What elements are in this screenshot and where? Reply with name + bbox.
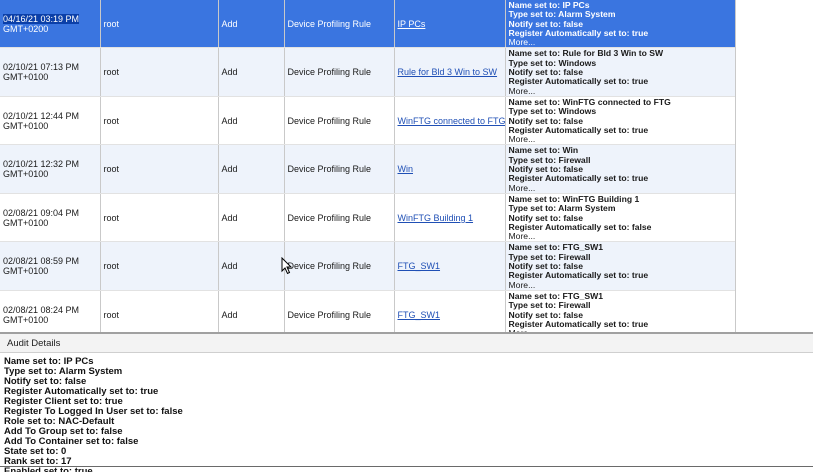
detail-line: Register Automatically set to: true (508, 318, 649, 329)
cell-action: Add (218, 241, 285, 291)
cell-details: Name set to: FTG_SW1 Type set to: Firewal… (505, 290, 736, 333)
table-row[interactable]: 04/16/21 03:19 PM GMT+0200 root Add Device P… (0, 0, 736, 49)
cell-type: Device Profiling Rule (284, 241, 395, 291)
cell-date: 02/10/21 12:44 PM GMT+0100 (0, 96, 101, 146)
cell-action: Add (218, 193, 285, 243)
timezone-text: GMT+0100 (3, 314, 49, 325)
cell-action: Add (218, 0, 285, 49)
timezone-text: GMT+0100 (3, 169, 49, 180)
cell-details: Name set to: WinFTG connected to FTG Type… (505, 96, 736, 146)
more-link[interactable]: More... (509, 183, 735, 193)
detail-line: Register Automatically set to: true (508, 124, 649, 135)
date-text: 02/08/21 08:59 PM (3, 256, 80, 267)
cell-details: Name set to: Rule for Bld 3 Win to SW Typ… (505, 47, 736, 97)
cell-action: Add (218, 144, 285, 194)
rule-link[interactable]: FTG_SW1 (398, 310, 441, 320)
audit-details-title: Audit Details (7, 338, 61, 349)
rule-link[interactable]: WinFTG Building 1 (398, 213, 474, 223)
timezone-text: GMT+0100 (3, 266, 49, 277)
cell-rule: WinFTG connected to FTG (394, 96, 506, 146)
cell-type: Device Profiling Rule (284, 47, 395, 97)
more-link[interactable]: More... (509, 231, 735, 241)
details-bottom-border (0, 466, 813, 467)
cell-rule: FTG_SW1 (394, 241, 506, 291)
more-link[interactable]: More... (509, 37, 735, 47)
table-row[interactable]: 02/10/21 12:44 PM GMT+0100 root Add Device P… (0, 96, 736, 146)
audit-table: 04/16/21 03:19 PM GMT+0200 root Add Device P… (0, 0, 736, 333)
cell-user: root (100, 290, 219, 333)
grid-empty-area (735, 0, 813, 333)
date-text: 02/10/21 12:44 PM (3, 110, 80, 121)
date-text: 02/08/21 09:04 PM (3, 207, 80, 218)
cell-action: Add (218, 290, 285, 333)
detail-line: Register Automatically set to: true (508, 173, 649, 184)
cell-details: Name set to: Win Type set to: Firewall Not… (505, 144, 736, 194)
table-row[interactable]: 02/08/21 08:59 PM GMT+0100 root Add Device P… (0, 241, 736, 291)
rule-link[interactable]: FTG_SW1 (398, 261, 441, 271)
cell-type: Device Profiling Rule (284, 96, 395, 146)
table-row[interactable]: 02/08/21 09:04 PM GMT+0100 root Add Device P… (0, 193, 736, 243)
cell-type: Device Profiling Rule (284, 0, 395, 49)
date-text: 02/10/21 12:32 PM (3, 159, 80, 170)
table-row[interactable]: 02/10/21 07:13 PM GMT+0100 root Add Device P… (0, 47, 736, 97)
cell-user: root (100, 47, 219, 97)
audit-details-body: Name set to: IP PCs Type set to: Alarm Sy… (0, 353, 813, 472)
cell-date: 04/16/21 03:19 PM GMT+0200 (0, 0, 101, 49)
date-text: 02/08/21 08:24 PM (3, 304, 80, 315)
detail-line: Register Automatically set to: false (508, 221, 652, 232)
timezone-text: GMT+0100 (3, 217, 49, 228)
cell-rule: WinFTG Building 1 (394, 193, 506, 243)
cell-user: root (100, 0, 219, 49)
cell-rule: IP PCs (394, 0, 506, 49)
rule-link[interactable]: Rule for Bld 3 Win to SW (398, 67, 498, 77)
rule-link[interactable]: WinFTG connected to FTG (398, 116, 505, 126)
cell-action: Add (218, 96, 285, 146)
audit-table-body: 04/16/21 03:19 PM GMT+0200 root Add Device P… (0, 0, 736, 333)
cell-user: root (100, 96, 219, 146)
cell-date: 02/08/21 08:59 PM GMT+0100 (0, 241, 101, 291)
timezone-text: GMT+0100 (3, 120, 49, 131)
table-row[interactable]: 02/08/21 08:24 PM GMT+0100 root Add Device P… (0, 290, 736, 333)
rule-link[interactable]: IP PCs (398, 19, 426, 29)
detail-line: Register Automatically set to: true (508, 27, 649, 38)
cell-type: Device Profiling Rule (284, 144, 395, 194)
cell-date: 02/08/21 09:04 PM GMT+0100 (0, 193, 101, 243)
cell-action: Add (218, 47, 285, 97)
date-text: 04/16/21 03:19 PM (3, 13, 80, 24)
cell-user: root (100, 241, 219, 291)
detail-line: Register Automatically set to: true (508, 270, 649, 281)
cell-type: Device Profiling Rule (284, 193, 395, 243)
detail-line: Register Automatically set to: true (508, 76, 649, 87)
more-link[interactable]: More... (509, 134, 735, 144)
cell-rule: Win (394, 144, 506, 194)
table-row[interactable]: 02/10/21 12:32 PM GMT+0100 root Add Device P… (0, 144, 736, 194)
date-text: 02/10/21 07:13 PM (3, 62, 80, 73)
cell-type: Device Profiling Rule (284, 290, 395, 333)
audit-details-header: Audit Details (0, 334, 813, 353)
mouse-pointer-icon (281, 257, 293, 275)
cell-details: Name set to: FTG_SW1 Type set to: Firewal… (505, 241, 736, 291)
more-link[interactable]: More... (509, 280, 735, 290)
cell-user: root (100, 193, 219, 243)
cell-details: Name set to: IP PCs Type set to: Alarm Sy… (505, 0, 736, 49)
cell-rule: FTG_SW1 (394, 290, 506, 333)
audit-grid: 04/16/21 03:19 PM GMT+0200 root Add Device P… (0, 0, 813, 333)
cell-details: Name set to: WinFTG Building 1 Type set t… (505, 193, 736, 243)
cell-date: 02/10/21 07:13 PM GMT+0100 (0, 47, 101, 97)
cell-date: 02/10/21 12:32 PM GMT+0100 (0, 144, 101, 194)
cell-user: root (100, 144, 219, 194)
more-link[interactable]: More... (509, 86, 735, 96)
cell-rule: Rule for Bld 3 Win to SW (394, 47, 506, 97)
rule-link[interactable]: Win (398, 164, 414, 174)
timezone-text: GMT+0100 (3, 72, 49, 83)
timezone-text: GMT+0200 (3, 23, 49, 34)
cell-date: 02/08/21 08:24 PM GMT+0100 (0, 290, 101, 333)
